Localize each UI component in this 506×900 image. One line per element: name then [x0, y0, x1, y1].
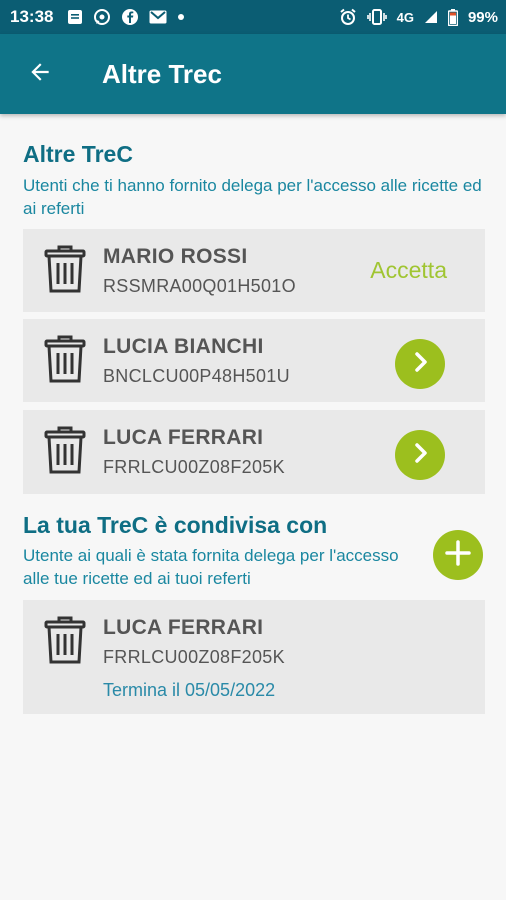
delegate-fiscal-code: FRRLCU00Z08F205K	[103, 647, 285, 667]
delegate-name: LUCA FERRARI	[103, 616, 264, 639]
accept-button[interactable]: Accetta	[370, 257, 447, 284]
trash-icon[interactable]	[43, 425, 87, 475]
trash-icon[interactable]	[43, 244, 87, 294]
battery-icon	[447, 8, 458, 26]
back-button[interactable]	[0, 34, 80, 114]
status-bar: 13:38 4G 99%	[0, 0, 506, 34]
arrow-back-icon	[27, 59, 53, 90]
chevron-right-icon	[408, 350, 432, 379]
section-title-shared-with: La tua TreC è condivisa con	[23, 512, 328, 538]
message-icon	[67, 9, 83, 25]
trash-icon[interactable]	[43, 615, 87, 665]
section-desc-shared-with: Utente ai quali è stata fornita delega p…	[23, 546, 399, 588]
section-desc-other-trec: Utenti che ti hanno fornito delega per l…	[23, 176, 482, 218]
open-button[interactable]	[395, 339, 445, 389]
delegator-name: LUCIA BIANCHI	[103, 335, 264, 358]
delegation-card-luca-ferrari[interactable]: LUCA FERRARI FRRLCU00Z08F205K	[23, 410, 485, 494]
page-title: Altre Trec	[102, 58, 222, 89]
trash-icon[interactable]	[43, 334, 87, 384]
whatsapp-icon	[93, 8, 111, 26]
app-bar: Altre Trec	[0, 34, 506, 114]
notification-dot-icon	[177, 13, 185, 21]
section-title-other-trec: Altre TreC	[23, 141, 133, 167]
facebook-icon	[121, 8, 139, 26]
delegation-card-mario-rossi[interactable]: MARIO ROSSI RSSMRA00Q01H501O Accetta	[23, 229, 485, 312]
status-time: 13:38	[10, 7, 54, 26]
delegation-expiry: Termina il 05/05/2022	[103, 680, 276, 700]
add-delegate-button[interactable]	[433, 530, 483, 580]
delegator-fiscal-code: BNCLCU00P48H501U	[103, 366, 290, 386]
plus-icon	[444, 539, 472, 572]
open-button[interactable]	[395, 430, 445, 480]
alarm-icon	[339, 8, 357, 26]
delegation-card-lucia-bianchi[interactable]: LUCIA BIANCHI BNCLCU00P48H501U	[23, 319, 485, 402]
vibrate-icon	[366, 9, 387, 25]
network-label: 4G	[396, 9, 414, 25]
delegator-fiscal-code: RSSMRA00Q01H501O	[103, 276, 296, 296]
shared-card-luca-ferrari[interactable]: LUCA FERRARI FRRLCU00Z08F205K Termina il…	[23, 600, 485, 714]
delegator-name: MARIO ROSSI	[103, 245, 248, 268]
battery-percent: 99%	[467, 8, 498, 26]
chevron-right-icon	[408, 441, 432, 470]
signal-icon	[424, 10, 438, 24]
delegator-fiscal-code: FRRLCU00Z08F205K	[103, 457, 285, 477]
gmail-icon	[149, 10, 167, 24]
delegator-name: LUCA FERRARI	[103, 426, 264, 449]
